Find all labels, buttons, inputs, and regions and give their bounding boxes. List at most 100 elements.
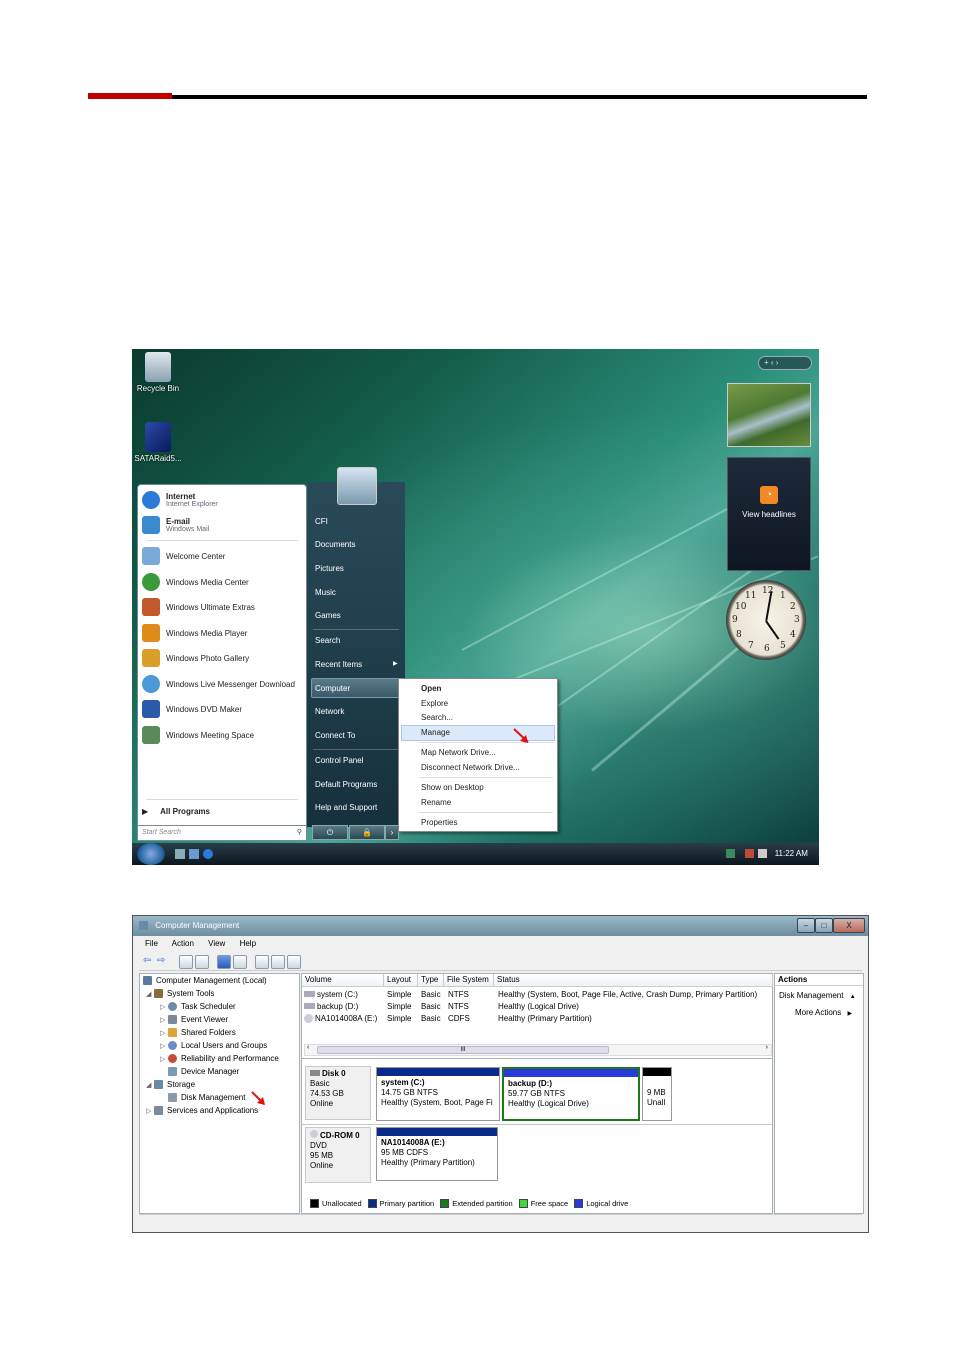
- security-icon[interactable]: [745, 849, 755, 859]
- start-item-photo-gallery[interactable]: Windows Photo Gallery: [142, 647, 249, 669]
- maximize-button[interactable]: □: [815, 918, 833, 933]
- all-programs-button[interactable]: ▶ All Programs: [142, 800, 210, 822]
- more-actions-link[interactable]: More Actions ▶: [795, 1008, 852, 1017]
- start-right-network[interactable]: Network: [315, 707, 344, 716]
- tree-reliability[interactable]: ▷ Reliability and Performance: [160, 1054, 279, 1063]
- volume-icon[interactable]: [758, 849, 768, 859]
- start-item-live-messenger[interactable]: Windows Live Messenger Download: [142, 673, 295, 695]
- column-layout[interactable]: Layout: [384, 974, 418, 987]
- disk-properties-icon[interactable]: [287, 955, 301, 969]
- start-right-pictures[interactable]: Pictures: [315, 564, 344, 573]
- start-right-default-programs[interactable]: Default Programs: [315, 780, 377, 789]
- tree-system-tools[interactable]: ◢ System Tools: [146, 989, 214, 998]
- start-right-connect-to[interactable]: Connect To: [315, 731, 355, 740]
- clock-gadget[interactable]: 12 1 2 3 4 5 6 7 8 9 10 11: [726, 580, 806, 660]
- ctx-rename[interactable]: Rename: [421, 798, 451, 807]
- help-icon[interactable]: [217, 955, 231, 969]
- tree-computer-management[interactable]: Computer Management (Local): [143, 976, 267, 985]
- forward-arrow-icon[interactable]: ⇨: [157, 955, 169, 967]
- window-titlebar[interactable]: Computer Management – □ X: [133, 916, 868, 936]
- tree-device-manager[interactable]: Device Manager: [168, 1067, 239, 1076]
- shutdown-options-button[interactable]: ›: [385, 825, 399, 840]
- menu-help[interactable]: Help: [240, 939, 256, 948]
- ctx-properties[interactable]: Properties: [421, 818, 457, 827]
- network-icon[interactable]: [726, 849, 735, 859]
- ctx-manage[interactable]: Manage: [421, 728, 450, 737]
- start-item-meeting-space[interactable]: Windows Meeting Space: [142, 724, 254, 746]
- show-hide-tree-icon[interactable]: [195, 955, 209, 969]
- start-item-ultimate-extras[interactable]: Windows Ultimate Extras: [142, 596, 255, 618]
- ctx-disconnect-network-drive[interactable]: Disconnect Network Drive...: [421, 763, 520, 772]
- feed-headlines-gadget[interactable]: ◔ View headlines: [727, 457, 811, 571]
- tree-task-scheduler[interactable]: ▷ Task Scheduler: [160, 1002, 236, 1011]
- refresh-icon[interactable]: [255, 955, 269, 969]
- partition-d[interactable]: backup (D:) 59.77 GB NTFS Healthy (Logic…: [502, 1067, 640, 1121]
- start-right-computer[interactable]: Computer: [315, 684, 350, 693]
- taskbar-clock[interactable]: 11:22 AM: [775, 849, 808, 858]
- lock-icon: 🔒: [362, 828, 372, 837]
- scroll-left-icon[interactable]: ‹: [307, 1044, 309, 1051]
- ctx-show-on-desktop[interactable]: Show on Desktop: [421, 783, 484, 792]
- start-item-media-player[interactable]: Windows Media Player: [142, 622, 247, 644]
- tree-event-viewer[interactable]: ▷ Event Viewer: [160, 1015, 228, 1024]
- chevron-right-icon: ▶: [393, 661, 398, 667]
- start-item-welcome-center[interactable]: Welcome Center: [142, 545, 225, 567]
- actions-disk-management[interactable]: Disk Management ▲: [779, 991, 856, 1000]
- start-right-help[interactable]: Help and Support: [315, 803, 377, 812]
- start-item-media-center[interactable]: Windows Media Center: [142, 571, 249, 593]
- ctx-search[interactable]: Search...: [421, 713, 453, 722]
- close-button[interactable]: X: [833, 918, 865, 933]
- partition-c[interactable]: system (C:) 14.75 GB NTFS Healthy (Syste…: [376, 1067, 500, 1121]
- menu-view[interactable]: View: [208, 939, 225, 948]
- start-right-recent-items[interactable]: Recent Items ▶: [315, 660, 398, 669]
- scroll-right-icon[interactable]: ›: [766, 1044, 768, 1051]
- tree-services-applications[interactable]: ▷ Services and Applications: [146, 1106, 258, 1115]
- start-search-input[interactable]: Start Search ⚲: [137, 825, 307, 841]
- properties-icon[interactable]: [233, 955, 247, 969]
- partition-unallocated[interactable]: 9 MB Unall: [642, 1067, 672, 1121]
- partition-e[interactable]: NA1014008A (E:) 95 MB CDFS Healthy (Prim…: [376, 1127, 498, 1181]
- recent-items-label: Recent Items: [315, 660, 363, 669]
- export-icon[interactable]: [271, 955, 285, 969]
- start-item-email[interactable]: E-mail Windows Mail: [142, 514, 209, 536]
- recycle-bin-icon[interactable]: Recycle Bin: [132, 352, 188, 393]
- ctx-map-network-drive[interactable]: Map Network Drive...: [421, 748, 496, 757]
- start-orb-button[interactable]: [137, 843, 165, 865]
- tree-local-users[interactable]: ▷ Local Users and Groups: [160, 1041, 267, 1050]
- sataraid-shortcut-icon[interactable]: SATARaid5...: [132, 422, 188, 463]
- slideshow-gadget[interactable]: [727, 383, 811, 447]
- column-type[interactable]: Type: [418, 974, 444, 987]
- ctx-explore[interactable]: Explore: [421, 699, 448, 708]
- minimize-button[interactable]: –: [797, 918, 815, 933]
- power-button[interactable]: ⏻: [312, 825, 348, 840]
- show-desktop-icon[interactable]: [175, 849, 185, 859]
- start-item-dvd-maker[interactable]: Windows DVD Maker: [142, 698, 242, 720]
- start-right-search[interactable]: Search: [315, 636, 340, 645]
- start-item-internet[interactable]: Internet Internet Explorer: [142, 489, 218, 511]
- column-status[interactable]: Status: [494, 974, 773, 987]
- start-right-control-panel[interactable]: Control Panel: [315, 756, 363, 765]
- horizontal-scrollbar[interactable]: ‹ III ›: [304, 1044, 772, 1056]
- switch-windows-icon[interactable]: [189, 849, 199, 859]
- internet-explorer-icon: [142, 491, 160, 509]
- internet-explorer-icon[interactable]: [203, 849, 213, 859]
- up-folder-icon[interactable]: [179, 955, 193, 969]
- lock-button[interactable]: 🔒: [349, 825, 385, 840]
- scrollbar-thumb[interactable]: III: [317, 1046, 609, 1054]
- ctx-open[interactable]: Open: [421, 684, 441, 693]
- start-right-music[interactable]: Music: [315, 588, 336, 597]
- disk0-label[interactable]: Disk 0 Basic 74.53 GB Online: [305, 1066, 371, 1120]
- tree-storage[interactable]: ◢ Storage: [146, 1080, 195, 1089]
- sidebar-controls[interactable]: + ‹ ›: [758, 356, 812, 370]
- tree-shared-folders[interactable]: ▷ Shared Folders: [160, 1028, 236, 1037]
- column-volume[interactable]: Volume: [302, 974, 384, 987]
- menu-file[interactable]: File: [145, 939, 158, 948]
- start-right-cfi[interactable]: CFI: [315, 517, 328, 526]
- start-right-games[interactable]: Games: [315, 611, 341, 620]
- cdrom0-label[interactable]: CD-ROM 0 DVD 95 MB Online: [305, 1127, 371, 1183]
- tree-disk-management[interactable]: Disk Management: [168, 1093, 245, 1102]
- start-right-documents[interactable]: Documents: [315, 540, 355, 549]
- menu-action[interactable]: Action: [172, 939, 194, 948]
- column-file-system[interactable]: File System: [444, 974, 494, 987]
- back-arrow-icon[interactable]: ⇦: [143, 955, 155, 967]
